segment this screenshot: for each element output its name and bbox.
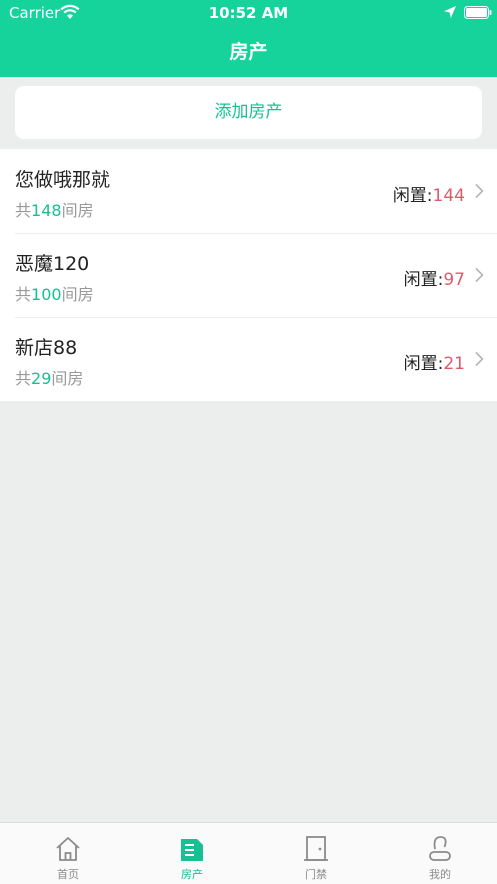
property-name: 您做哦那就 xyxy=(15,169,111,191)
property-total: 共29间房 xyxy=(15,369,84,388)
property-list: 您做哦那就 共148间房 闲置:144 恶魔120 共100间房 闲置:97 新… xyxy=(0,149,497,401)
door-icon xyxy=(304,836,328,861)
chevron-right-icon xyxy=(475,351,484,367)
tab-bar: 首页 房产 门禁 我的 xyxy=(0,822,497,884)
property-row[interactable]: 恶魔120 共100间房 闲置:97 xyxy=(0,233,497,317)
property-idle: 闲置:144 xyxy=(392,186,465,206)
document-icon xyxy=(181,839,203,861)
location-arrow-icon xyxy=(444,6,456,18)
chevron-right-icon xyxy=(475,267,484,283)
property-total: 共148间房 xyxy=(15,201,94,220)
tab-label: 首页 xyxy=(57,868,79,881)
property-idle: 闲置:97 xyxy=(403,270,465,290)
add-property-button[interactable]: 添加房产 xyxy=(15,86,482,139)
tab-label: 房产 xyxy=(181,868,203,881)
property-name: 恶魔120 xyxy=(15,253,90,275)
tab-me[interactable]: 我的 xyxy=(378,823,497,884)
property-total: 共100间房 xyxy=(15,285,94,304)
top-bar: Carrier 10:52 AM 房产 xyxy=(0,0,497,77)
status-bar: Carrier 10:52 AM xyxy=(0,0,497,26)
status-time: 10:52 AM xyxy=(208,4,289,22)
user-icon xyxy=(429,836,451,861)
battery-icon xyxy=(464,6,492,19)
tab-access-control[interactable]: 门禁 xyxy=(254,823,378,884)
tab-home[interactable]: 首页 xyxy=(6,823,130,884)
chevron-right-icon xyxy=(475,183,484,199)
property-name: 新店88 xyxy=(15,337,78,359)
page-title: 房产 xyxy=(229,41,268,63)
property-idle: 闲置:21 xyxy=(403,354,465,374)
home-icon xyxy=(56,837,80,861)
tab-label: 我的 xyxy=(429,868,451,881)
property-row[interactable]: 新店88 共29间房 闲置:21 xyxy=(0,317,497,401)
tab-label: 门禁 xyxy=(305,868,327,881)
property-row[interactable]: 您做哦那就 共148间房 闲置:144 xyxy=(0,149,497,233)
tab-property[interactable]: 房产 xyxy=(130,823,254,884)
